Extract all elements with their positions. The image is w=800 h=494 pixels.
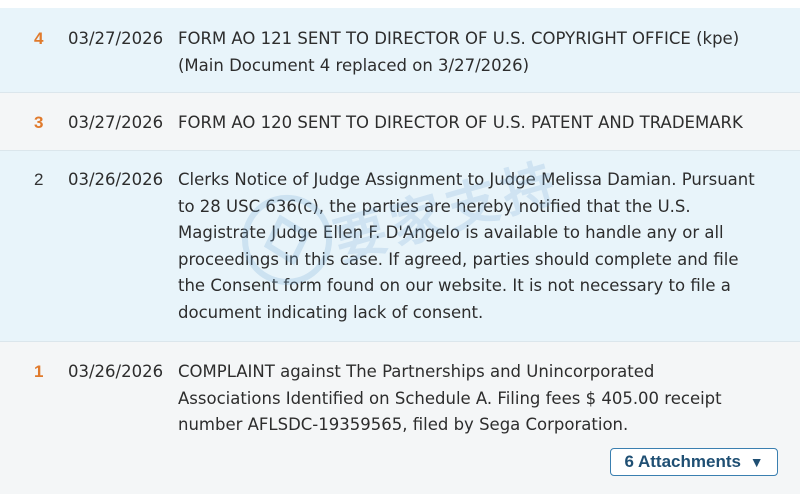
entry-number[interactable]: 1 <box>34 359 54 385</box>
entry-date: 03/27/2026 <box>68 29 164 48</box>
entry-number: 2 <box>34 170 44 189</box>
docket-row: 2 03/26/2026 Clerks Notice of Judge Assi… <box>0 151 800 342</box>
entry-description: FORM AO 121 SENT TO DIRECTOR OF U.S. COP… <box>178 26 790 79</box>
entry-description: FORM AO 120 SENT TO DIRECTOR OF U.S. PAT… <box>178 110 790 137</box>
description-line: document indicating lack of consent. <box>178 302 484 322</box>
attachments-button[interactable]: 6 Attachments ▼ <box>610 448 778 476</box>
entry-description: Clerks Notice of Judge Assignment to Jud… <box>178 167 790 327</box>
docket-row: 3 03/27/2026 FORM AO 120 SENT TO DIRECTO… <box>0 93 800 151</box>
description-line: Associations Identified on Schedule A. F… <box>178 388 722 408</box>
chevron-down-icon: ▼ <box>749 454 764 470</box>
entry-date: 03/27/2026 <box>68 113 164 132</box>
docket-table: 4 03/27/2026 FORM AO 121 SENT TO DIRECTO… <box>0 8 800 494</box>
description-line: proceedings in this case. If agreed, par… <box>178 249 739 269</box>
description-line: to 28 USC 636(c), the parties are hereby… <box>178 196 691 216</box>
description-line: COMPLAINT against The Partnerships and U… <box>178 362 655 381</box>
entry-number[interactable]: 4 <box>34 26 54 52</box>
entry-date: 03/26/2026 <box>68 170 164 189</box>
entry-number[interactable]: 3 <box>34 110 54 136</box>
entry-description: COMPLAINT against The Partnerships and U… <box>178 359 790 439</box>
description-line: Magistrate Judge Ellen F. D'Angelo is av… <box>178 223 724 243</box>
entry-date: 03/26/2026 <box>68 362 164 381</box>
description-line: the Consent form found on our website. I… <box>178 276 731 296</box>
description-line: (Main Document 4 replaced on 3/27/2026) <box>178 55 530 75</box>
description-line: FORM AO 120 SENT TO DIRECTOR OF U.S. PAT… <box>178 113 743 132</box>
description-line: Clerks Notice of Judge Assignment to Jud… <box>178 170 755 189</box>
attachments-label: 6 Attachments <box>624 452 741 471</box>
description-line: FORM AO 121 SENT TO DIRECTOR OF U.S. COP… <box>178 29 740 48</box>
description-line: number AFLSDC-19359565, filed by Sega Co… <box>178 415 629 435</box>
docket-row: 4 03/27/2026 FORM AO 121 SENT TO DIRECTO… <box>0 8 800 93</box>
